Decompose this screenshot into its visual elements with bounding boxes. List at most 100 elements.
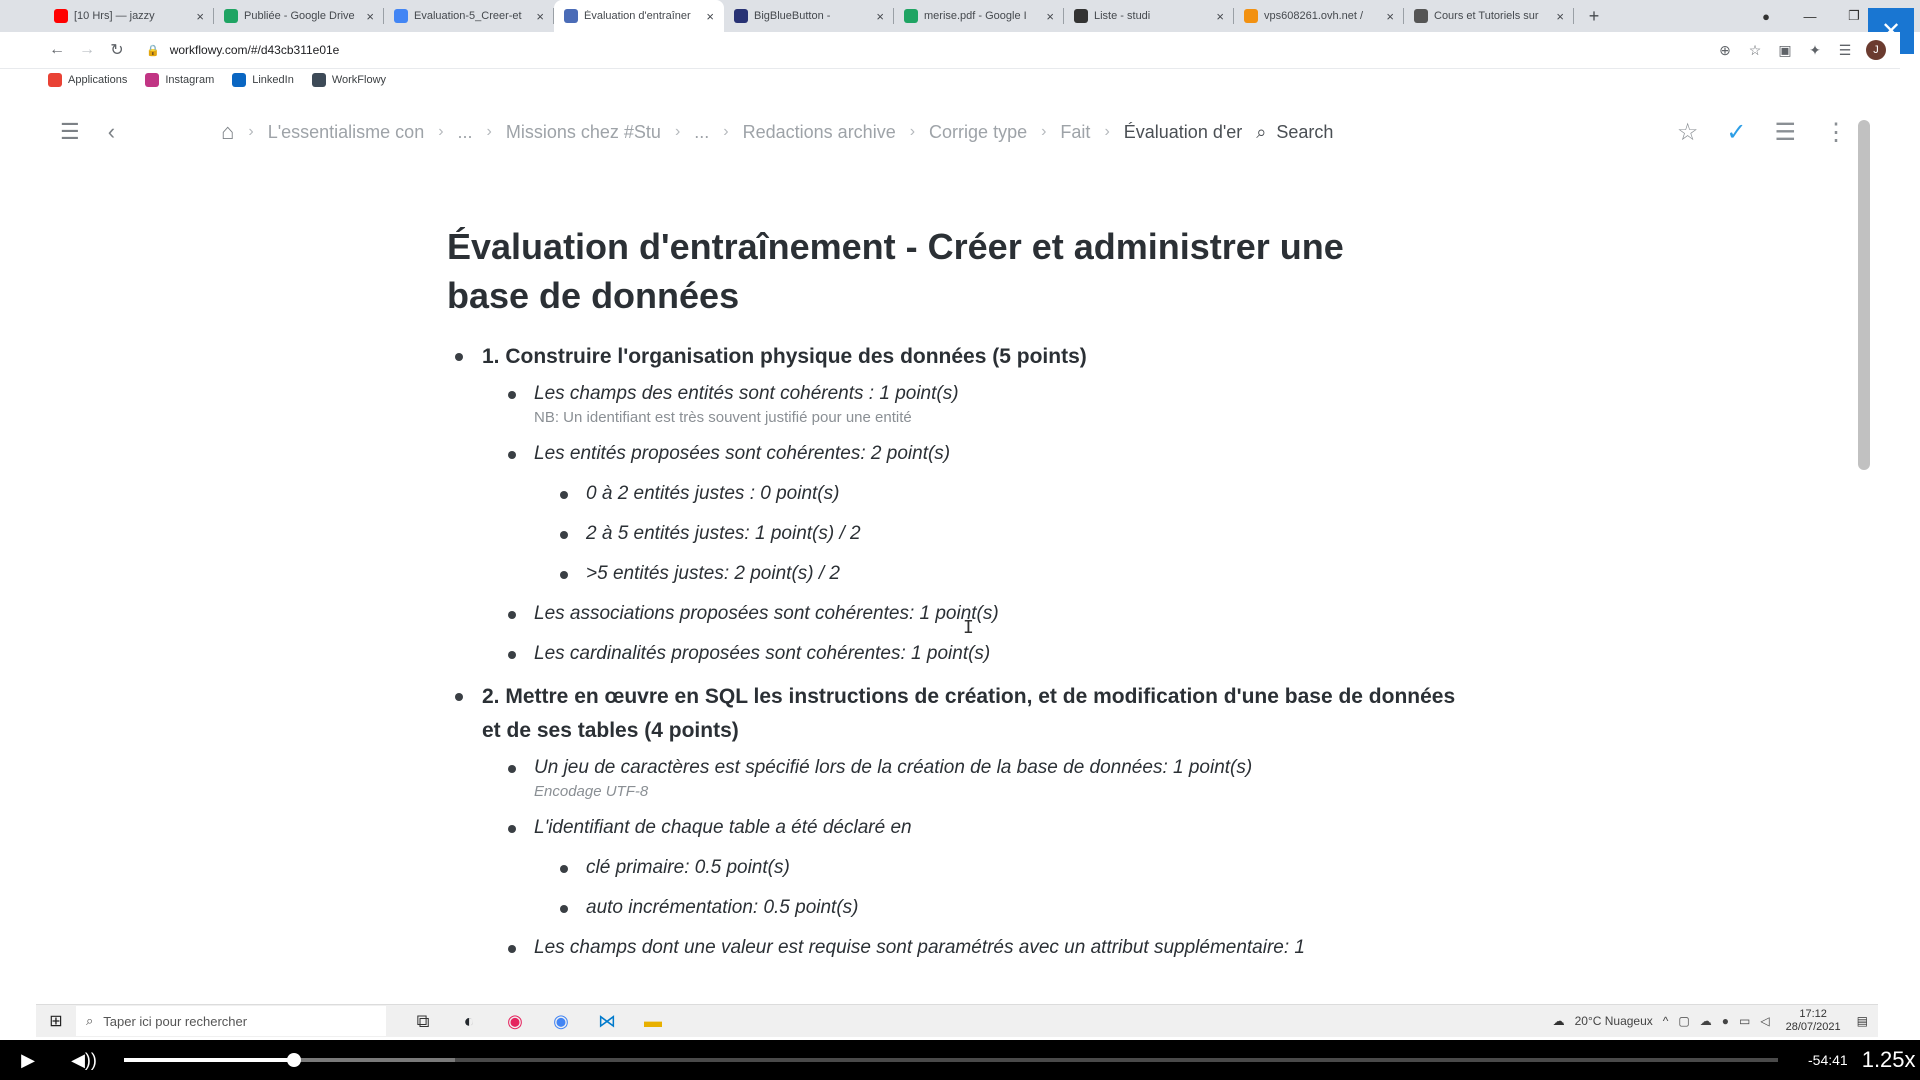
outline-item[interactable]: Les champs dont une valeur est requise s… <box>482 934 1467 962</box>
outline-item[interactable]: L'identifiant de chaque table a été décl… <box>482 814 1467 922</box>
browser-tab[interactable]: merise.pdf - Google I × <box>894 0 1064 32</box>
home-icon[interactable]: ⌂ <box>221 119 234 145</box>
outline-item[interactable]: Les entités proposées sont cohérentes: 2… <box>482 440 1467 588</box>
breadcrumb-item[interactable]: Corrige type <box>929 122 1027 143</box>
video-progress-bar[interactable] <box>124 1053 1778 1067</box>
app-red-icon[interactable]: ◉ <box>492 1011 538 1032</box>
forward-icon[interactable]: → <box>72 41 102 59</box>
back-arrow-icon[interactable]: ‹ <box>108 119 115 145</box>
outline-item[interactable]: Un jeu de caractères est spécifié lors d… <box>482 754 1467 802</box>
outline-section[interactable]: 2. Mettre en œuvre en SQL les instructio… <box>447 680 1467 962</box>
breadcrumb-current[interactable]: Évaluation d'er <box>1124 122 1243 143</box>
search-box[interactable]: ⌕ Search <box>1256 122 1333 143</box>
chrome-icon[interactable]: ◉ <box>538 1011 584 1032</box>
outline-section[interactable]: 1. Construire l'organisation physique de… <box>447 340 1467 668</box>
extension-icon[interactable]: ▣ <box>1770 42 1800 59</box>
outline-subitem[interactable]: clé primaire: 0.5 point(s) <box>534 854 1467 882</box>
bookmark-item[interactable]: WorkFlowy <box>311 73 387 87</box>
tab-favicon-icon <box>394 9 408 23</box>
tab-favicon-icon <box>734 9 748 23</box>
section-items: Un jeu de caractères est spécifié lors d… <box>482 754 1467 962</box>
bookmark-label: WorkFlowy <box>331 74 387 86</box>
play-icon[interactable]: ▶ <box>0 1050 56 1071</box>
tab-close-icon[interactable]: × <box>196 9 204 24</box>
browser-tab[interactable]: Liste - studi × <box>1064 0 1234 32</box>
breadcrumb-item[interactable]: ... <box>458 122 473 143</box>
browser-tab[interactable]: vps608261.ovh.net / × <box>1234 0 1404 32</box>
outline-item[interactable]: Les associations proposées sont cohérent… <box>482 600 1467 628</box>
microphone-icon[interactable]: ● <box>1722 1014 1729 1028</box>
url-field[interactable]: 🔒 workflowy.com/#/d43cb311e01e <box>146 43 1710 57</box>
outline-item[interactable]: Les champs des entités sont cohérents : … <box>482 380 1467 428</box>
clock[interactable]: 17:12 28/07/2021 <box>1786 1008 1841 1034</box>
more-options-icon[interactable]: ⋮ <box>1824 118 1848 147</box>
tab-close-icon[interactable]: × <box>1556 9 1564 24</box>
page-title[interactable]: Évaluation d'entraînement - Créer et adm… <box>447 222 1427 320</box>
profile-menu-icon[interactable]: ● <box>1744 9 1788 24</box>
breadcrumb-item[interactable]: Fait <box>1060 122 1090 143</box>
browser-tab[interactable]: Evaluation-5_Creer-et × <box>384 0 554 32</box>
reading-list-icon[interactable]: ☰ <box>1830 42 1860 59</box>
bookmark-item[interactable]: LinkedIn <box>232 73 294 87</box>
tray-app-icon[interactable]: ▢ <box>1678 1014 1689 1028</box>
breadcrumb-item[interactable]: Missions chez #Stu <box>506 122 661 143</box>
tab-close-icon[interactable]: × <box>1046 9 1054 24</box>
notification-icon[interactable]: ▤ <box>1857 1014 1868 1028</box>
progress-handle[interactable] <box>287 1053 302 1067</box>
bookmark-item[interactable]: Instagram <box>145 73 214 87</box>
playback-speed[interactable]: 1.25x <box>1862 1047 1916 1073</box>
outline-subitem[interactable]: >5 entités justes: 2 point(s) / 2 <box>534 560 1467 588</box>
reload-icon[interactable]: ↻ <box>102 40 132 60</box>
task-view-icon[interactable]: ⧉ <box>400 1011 446 1032</box>
minimize-icon[interactable]: — <box>1788 9 1832 24</box>
section-text: 2. Mettre en œuvre en SQL les instructio… <box>482 685 1456 742</box>
bookmark-star-icon[interactable]: ☆ <box>1740 42 1770 59</box>
outline-subitem[interactable]: 0 à 2 entités justes : 0 point(s) <box>534 480 1467 508</box>
windows-start-icon[interactable]: ⊞ <box>36 1011 76 1031</box>
bookmark-item[interactable]: Applications <box>48 73 127 87</box>
zoom-icon[interactable]: ⊕ <box>1710 42 1740 59</box>
speaker-icon[interactable]: ◁ <box>1760 1014 1769 1028</box>
volume-icon[interactable]: ◀)) <box>56 1050 112 1071</box>
scrollbar-thumb[interactable] <box>1858 120 1870 470</box>
browser-tab[interactable]: Publiée - Google Drive × <box>214 0 384 32</box>
star-icon[interactable]: ☆ <box>1677 118 1699 147</box>
menu-icon[interactable]: ☰ <box>60 119 80 145</box>
browser-tab-strip: [10 Hrs] — jazzy × Publiée - Google Drive ×… <box>0 0 1920 32</box>
bookmark-icon <box>232 73 247 87</box>
browser-tab[interactable]: Évaluation d'entraîner × <box>554 0 724 32</box>
breadcrumb-item[interactable]: L'essentialisme con <box>268 122 425 143</box>
onedrive-icon[interactable]: ☁ <box>1700 1014 1712 1028</box>
tab-close-icon[interactable]: × <box>706 9 714 24</box>
github-icon[interactable]: ◐ <box>446 1011 492 1032</box>
browser-tab[interactable]: Cours et Tutoriels sur × <box>1404 0 1574 32</box>
back-icon[interactable]: ← <box>42 41 72 59</box>
weather-text[interactable]: 20°C Nuageux <box>1575 1014 1653 1028</box>
tray-chevron-icon[interactable]: ^ <box>1663 1014 1669 1028</box>
outline-subitem[interactable]: 2 à 5 entités justes: 1 point(s) / 2 <box>534 520 1467 548</box>
tab-close-icon[interactable]: × <box>536 9 544 24</box>
check-icon[interactable]: ✓ <box>1726 118 1746 147</box>
new-tab-button[interactable]: + <box>1580 6 1608 27</box>
tab-close-icon[interactable]: × <box>1216 9 1224 24</box>
sub-items: 0 à 2 entités justes : 0 point(s) 2 à 5 e… <box>534 480 1467 588</box>
browser-tab[interactable]: [10 Hrs] — jazzy × <box>44 0 214 32</box>
browser-tab[interactable]: BigBlueButton - × <box>724 0 894 32</box>
list-view-icon[interactable]: ☰ <box>1774 118 1796 147</box>
tab-close-icon[interactable]: × <box>366 9 374 24</box>
outline-subitem[interactable]: auto incrémentation: 0.5 point(s) <box>534 894 1467 922</box>
puzzle-icon[interactable]: ✦ <box>1800 42 1830 59</box>
breadcrumb-item[interactable]: ... <box>694 122 709 143</box>
vscode-icon[interactable]: ⋈ <box>584 1011 630 1032</box>
tab-close-icon[interactable]: × <box>1386 9 1394 24</box>
outline-item[interactable]: Les cardinalités proposées sont cohérent… <box>482 640 1467 668</box>
network-icon[interactable]: ▭ <box>1739 1014 1750 1028</box>
sub-items: clé primaire: 0.5 point(s) auto incrément… <box>534 854 1467 922</box>
taskbar-search[interactable]: ⌕ Taper ici pour rechercher <box>76 1006 386 1036</box>
profile-avatar[interactable]: J <box>1866 40 1886 60</box>
outline: 1. Construire l'organisation physique de… <box>447 340 1467 962</box>
breadcrumb-item[interactable]: Redactions archive <box>743 122 896 143</box>
tab-close-icon[interactable]: × <box>876 9 884 24</box>
tab-title: Evaluation-5_Creer-et <box>414 10 522 22</box>
file-explorer-icon[interactable]: ▬ <box>630 1011 676 1032</box>
